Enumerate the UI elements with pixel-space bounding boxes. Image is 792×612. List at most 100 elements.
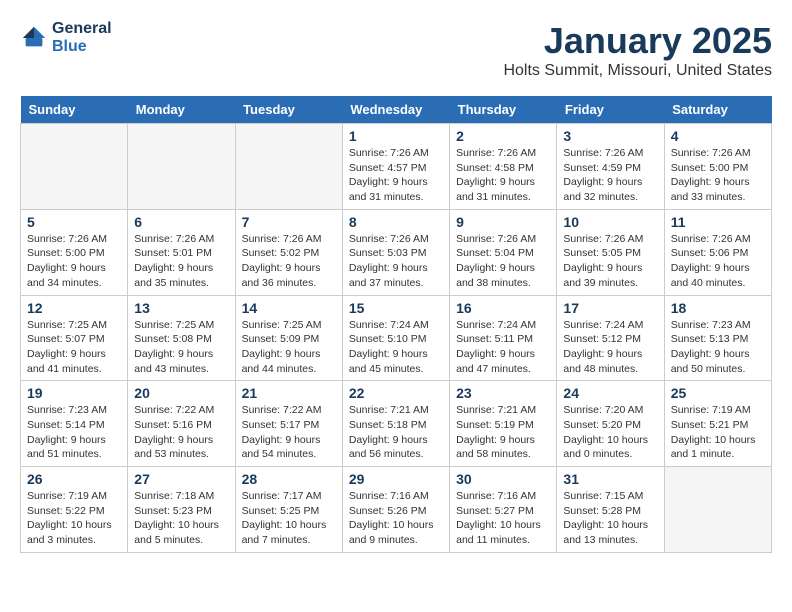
calendar-cell xyxy=(235,124,342,210)
day-number: 9 xyxy=(456,214,550,230)
col-wednesday: Wednesday xyxy=(342,96,449,124)
col-monday: Monday xyxy=(128,96,235,124)
day-info: Sunrise: 7:26 AMSunset: 5:06 PMDaylight:… xyxy=(671,232,765,291)
calendar-header-row: Sunday Monday Tuesday Wednesday Thursday… xyxy=(21,96,772,124)
calendar-cell: 9 Sunrise: 7:26 AMSunset: 5:04 PMDaylight… xyxy=(450,209,557,295)
day-info: Sunrise: 7:26 AMSunset: 5:04 PMDaylight:… xyxy=(456,232,550,291)
logo: General Blue xyxy=(20,20,112,56)
calendar-cell: 20 Sunrise: 7:22 AMSunset: 5:16 PMDayligh… xyxy=(128,381,235,467)
calendar-cell: 2Sunrise: 7:26 AMSunset: 4:58 PMDaylight… xyxy=(450,124,557,210)
day-number: 6 xyxy=(134,214,228,230)
day-number: 29 xyxy=(349,471,443,487)
calendar-cell: 27Sunrise: 7:18 AMSunset: 5:23 PMDayligh… xyxy=(128,467,235,553)
calendar-cell: 17Sunrise: 7:24 AMSunset: 5:12 PMDayligh… xyxy=(557,295,664,381)
calendar-cell: 10 Sunrise: 7:26 AMSunset: 5:05 PMDayligh… xyxy=(557,209,664,295)
day-number: 15 xyxy=(349,300,443,316)
day-info: Sunrise: 7:17 AMSunset: 5:25 PMDaylight:… xyxy=(242,489,336,548)
day-number: 31 xyxy=(563,471,657,487)
calendar-cell: 12 Sunrise: 7:25 AMSunset: 5:07 PMDayligh… xyxy=(21,295,128,381)
page-header: General Blue January 2025 Holts Summit, … xyxy=(20,20,772,80)
day-info: Sunrise: 7:19 AMSunset: 5:21 PMDaylight:… xyxy=(671,403,765,462)
day-number: 18 xyxy=(671,300,765,316)
col-sunday: Sunday xyxy=(21,96,128,124)
calendar-week-4: 19 Sunrise: 7:23 AMSunset: 5:14 PMDayligh… xyxy=(21,381,772,467)
day-number: 4 xyxy=(671,128,765,144)
day-number: 26 xyxy=(27,471,121,487)
calendar-cell xyxy=(128,124,235,210)
day-number: 5 xyxy=(27,214,121,230)
day-number: 20 xyxy=(134,385,228,401)
day-info: Sunrise: 7:16 AMSunset: 5:26 PMDaylight:… xyxy=(349,489,443,548)
day-number: 11 xyxy=(671,214,765,230)
day-info: Sunrise: 7:22 AMSunset: 5:16 PMDaylight:… xyxy=(134,403,228,462)
day-info: Sunrise: 7:16 AMSunset: 5:27 PMDaylight:… xyxy=(456,489,550,548)
day-number: 22 xyxy=(349,385,443,401)
calendar-cell xyxy=(664,467,771,553)
day-number: 17 xyxy=(563,300,657,316)
calendar-cell: 14 Sunrise: 7:25 AMSunset: 5:09 PMDayligh… xyxy=(235,295,342,381)
calendar-cell: 6 Sunrise: 7:26 AMSunset: 5:01 PMDaylight… xyxy=(128,209,235,295)
day-number: 7 xyxy=(242,214,336,230)
day-number: 13 xyxy=(134,300,228,316)
calendar-week-2: 5 Sunrise: 7:26 AMSunset: 5:00 PMDaylight… xyxy=(21,209,772,295)
day-info: Sunrise: 7:26 AMSunset: 5:01 PMDaylight:… xyxy=(134,232,228,291)
calendar-title: January 2025 xyxy=(503,20,772,62)
day-info: Sunrise: 7:26 AMSunset: 5:05 PMDaylight:… xyxy=(563,232,657,291)
col-saturday: Saturday xyxy=(664,96,771,124)
calendar-cell: 25 Sunrise: 7:19 AMSunset: 5:21 PMDayligh… xyxy=(664,381,771,467)
day-info: Sunrise: 7:26 AMSunset: 5:03 PMDaylight:… xyxy=(349,232,443,291)
logo-text: General Blue xyxy=(52,20,112,56)
day-info: Sunrise: 7:20 AMSunset: 5:20 PMDaylight:… xyxy=(563,403,657,462)
day-number: 12 xyxy=(27,300,121,316)
calendar-cell: 3Sunrise: 7:26 AMSunset: 4:59 PMDaylight… xyxy=(557,124,664,210)
day-info: Sunrise: 7:25 AMSunset: 5:08 PMDaylight:… xyxy=(134,318,228,377)
calendar-cell: 22 Sunrise: 7:21 AMSunset: 5:18 PMDayligh… xyxy=(342,381,449,467)
day-info: Sunrise: 7:26 AMSunset: 4:57 PMDaylight:… xyxy=(349,146,443,205)
day-info: Sunrise: 7:19 AMSunset: 5:22 PMDaylight:… xyxy=(27,489,121,548)
calendar-week-5: 26 Sunrise: 7:19 AMSunset: 5:22 PMDayligh… xyxy=(21,467,772,553)
day-number: 21 xyxy=(242,385,336,401)
day-info: Sunrise: 7:21 AMSunset: 5:18 PMDaylight:… xyxy=(349,403,443,462)
calendar-subtitle: Holts Summit, Missouri, United States xyxy=(503,62,772,80)
calendar-cell: 26 Sunrise: 7:19 AMSunset: 5:22 PMDayligh… xyxy=(21,467,128,553)
day-number: 2 xyxy=(456,128,550,144)
calendar-cell: 13 Sunrise: 7:25 AMSunset: 5:08 PMDayligh… xyxy=(128,295,235,381)
calendar-cell: 23Sunrise: 7:21 AMSunset: 5:19 PMDayligh… xyxy=(450,381,557,467)
col-tuesday: Tuesday xyxy=(235,96,342,124)
day-number: 25 xyxy=(671,385,765,401)
calendar-cell: 8Sunrise: 7:26 AMSunset: 5:03 PMDaylight… xyxy=(342,209,449,295)
logo-icon xyxy=(20,24,48,52)
calendar-cell: 28 Sunrise: 7:17 AMSunset: 5:25 PMDayligh… xyxy=(235,467,342,553)
day-number: 30 xyxy=(456,471,550,487)
title-area: January 2025 Holts Summit, Missouri, Uni… xyxy=(503,20,772,80)
day-number: 19 xyxy=(27,385,121,401)
col-friday: Friday xyxy=(557,96,664,124)
calendar-cell: 31 Sunrise: 7:15 AMSunset: 5:28 PMDayligh… xyxy=(557,467,664,553)
day-info: Sunrise: 7:25 AMSunset: 5:07 PMDaylight:… xyxy=(27,318,121,377)
calendar-cell: 15Sunrise: 7:24 AMSunset: 5:10 PMDayligh… xyxy=(342,295,449,381)
day-number: 1 xyxy=(349,128,443,144)
day-number: 24 xyxy=(563,385,657,401)
day-number: 23 xyxy=(456,385,550,401)
day-number: 28 xyxy=(242,471,336,487)
day-info: Sunrise: 7:15 AMSunset: 5:28 PMDaylight:… xyxy=(563,489,657,548)
calendar-cell: 7 Sunrise: 7:26 AMSunset: 5:02 PMDaylight… xyxy=(235,209,342,295)
day-info: Sunrise: 7:26 AMSunset: 5:00 PMDaylight:… xyxy=(27,232,121,291)
day-number: 10 xyxy=(563,214,657,230)
day-number: 3 xyxy=(563,128,657,144)
calendar-cell: 29 Sunrise: 7:16 AMSunset: 5:26 PMDayligh… xyxy=(342,467,449,553)
day-info: Sunrise: 7:23 AMSunset: 5:13 PMDaylight:… xyxy=(671,318,765,377)
day-info: Sunrise: 7:23 AMSunset: 5:14 PMDaylight:… xyxy=(27,403,121,462)
calendar-cell xyxy=(21,124,128,210)
day-info: Sunrise: 7:26 AMSunset: 5:02 PMDaylight:… xyxy=(242,232,336,291)
calendar-cell: 5 Sunrise: 7:26 AMSunset: 5:00 PMDaylight… xyxy=(21,209,128,295)
day-number: 14 xyxy=(242,300,336,316)
calendar-table: Sunday Monday Tuesday Wednesday Thursday… xyxy=(20,96,772,553)
day-info: Sunrise: 7:18 AMSunset: 5:23 PMDaylight:… xyxy=(134,489,228,548)
calendar-cell: 16Sunrise: 7:24 AMSunset: 5:11 PMDayligh… xyxy=(450,295,557,381)
calendar-cell: 1 Sunrise: 7:26 AMSunset: 4:57 PMDaylight… xyxy=(342,124,449,210)
day-info: Sunrise: 7:25 AMSunset: 5:09 PMDaylight:… xyxy=(242,318,336,377)
calendar-cell: 24 Sunrise: 7:20 AMSunset: 5:20 PMDayligh… xyxy=(557,381,664,467)
day-info: Sunrise: 7:26 AMSunset: 5:00 PMDaylight:… xyxy=(671,146,765,205)
day-number: 16 xyxy=(456,300,550,316)
